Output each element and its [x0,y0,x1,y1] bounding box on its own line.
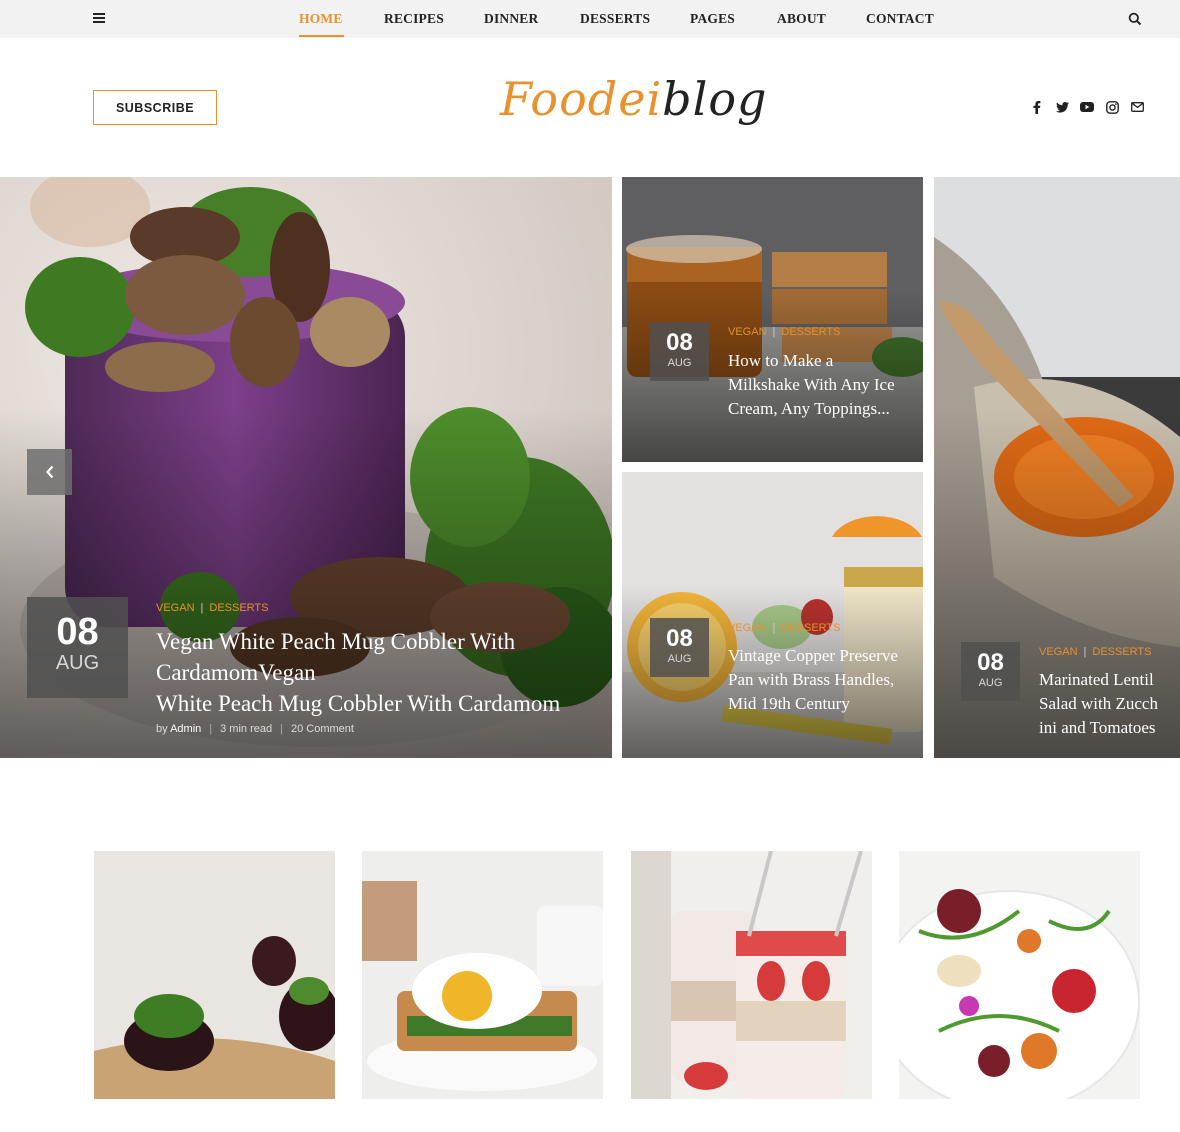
card-categories: VEGAN | DESSERTS [1039,646,1152,658]
featured-title-line: White Peach Mug Cobbler With Cardamom [156,691,561,716]
card-date-badge: 08 AUG [961,642,1020,701]
nav-item-recipes[interactable]: RECIPES [384,11,444,27]
meta-comments[interactable]: 20 Comment [291,723,354,735]
featured-meta: by Admin | 3 min read | 20 Comment [156,723,354,735]
instagram-icon[interactable] [1105,100,1119,114]
card-date-day: 08 [666,329,693,356]
category-link[interactable]: VEGAN [728,622,767,634]
category-link[interactable]: VEGAN [156,602,195,614]
nav-item-dinner[interactable]: DINNER [484,11,538,27]
featured-title-line: Vegan White Peach Mug Cobbler With [156,629,516,654]
nav-item-home[interactable]: HOME [299,11,343,27]
category-link[interactable]: DESSERTS [209,602,268,614]
social-links [1030,100,1144,114]
card-date-badge: 08 AUG [650,322,709,381]
thumbnail-post[interactable] [362,851,603,1099]
top-navigation: HOME RECIPES DINNER DESSERTS PAGES ABOUT… [0,0,1180,38]
thumbnail-post[interactable] [94,851,335,1099]
featured-title-line: CardamomVegan [156,660,316,685]
featured-date-day: 08 [56,611,99,653]
category-link[interactable]: VEGAN [728,326,767,338]
nav-item-about[interactable]: ABOUT [777,11,826,27]
twitter-icon[interactable] [1055,100,1069,114]
card-title[interactable]: How to Make a Milkshake With Any Ice Cre… [728,349,908,421]
card-date-month: AUG [978,677,1003,689]
thumbnail-post[interactable] [631,851,872,1099]
yogurt-parfait-image [631,851,872,1099]
meta-author[interactable]: Admin [170,723,201,735]
meta-by: by [156,723,168,735]
card-date-month: AUG [667,357,692,369]
thumbnail-post[interactable] [899,851,1140,1099]
category-link[interactable]: VEGAN [1039,646,1078,658]
card-categories: VEGAN | DESSERTS [728,622,841,634]
card-date-month: AUG [667,653,692,665]
post-card[interactable]: 08 AUG VEGAN | DESSERTS Vintage Copper Pre… [622,472,923,758]
category-link[interactable]: DESSERTS [781,622,840,634]
card-date-badge: 08 AUG [650,618,709,677]
featured-title[interactable]: Vegan White Peach Mug Cobbler With Carda… [156,626,596,719]
category-link[interactable]: DESSERTS [1092,646,1151,658]
egg-sandwich-image [362,851,603,1099]
featured-categories: VEGAN | DESSERTS [156,602,269,614]
nav-menu: HOME RECIPES DINNER DESSERTS PAGES ABOUT… [0,0,1180,38]
card-title[interactable]: Vintage Copper Preserve Pan with Brass H… [728,644,908,716]
nav-item-contact[interactable]: CONTACT [866,11,934,27]
subscribe-button[interactable]: SUBSCRIBE [93,90,217,125]
active-nav-underline [299,35,344,37]
featured-date-month: AUG [55,652,100,674]
card-categories: VEGAN | DESSERTS [728,326,841,338]
youtube-icon[interactable] [1080,100,1094,114]
email-icon[interactable] [1130,100,1144,114]
facebook-icon[interactable] [1030,100,1044,114]
logo-part-blog: blog [662,72,768,126]
logo-part-foodei: Foodei [500,72,663,126]
slider-prev-button[interactable] [27,449,72,495]
site-logo[interactable]: Foodeiblog [500,72,767,126]
beet-appetizer-image [94,851,335,1099]
chevron-left-icon [45,465,53,479]
card-title[interactable]: Marinated Lentil Salad with Zucch ini an… [1039,668,1171,740]
card-date-day: 08 [977,649,1004,676]
post-card[interactable]: 08 AUG VEGAN | DESSERTS How to Make a Milk… [622,177,923,462]
featured-date-badge: 08 AUG [27,597,128,698]
post-card[interactable]: 08 AUG VEGAN | DESSERTS Marinated Lentil S… [934,177,1180,758]
nav-item-desserts[interactable]: DESSERTS [580,11,650,27]
search-icon[interactable] [1128,12,1142,26]
meta-read-time: 3 min read [220,723,273,735]
card-date-day: 08 [666,625,693,652]
nav-item-pages[interactable]: PAGES [690,11,735,27]
tomato-salad-image [899,851,1140,1099]
featured-post[interactable]: 08 AUG VEGAN | DESSERTS Vegan White Peach … [0,177,612,758]
category-link[interactable]: DESSERTS [781,326,840,338]
